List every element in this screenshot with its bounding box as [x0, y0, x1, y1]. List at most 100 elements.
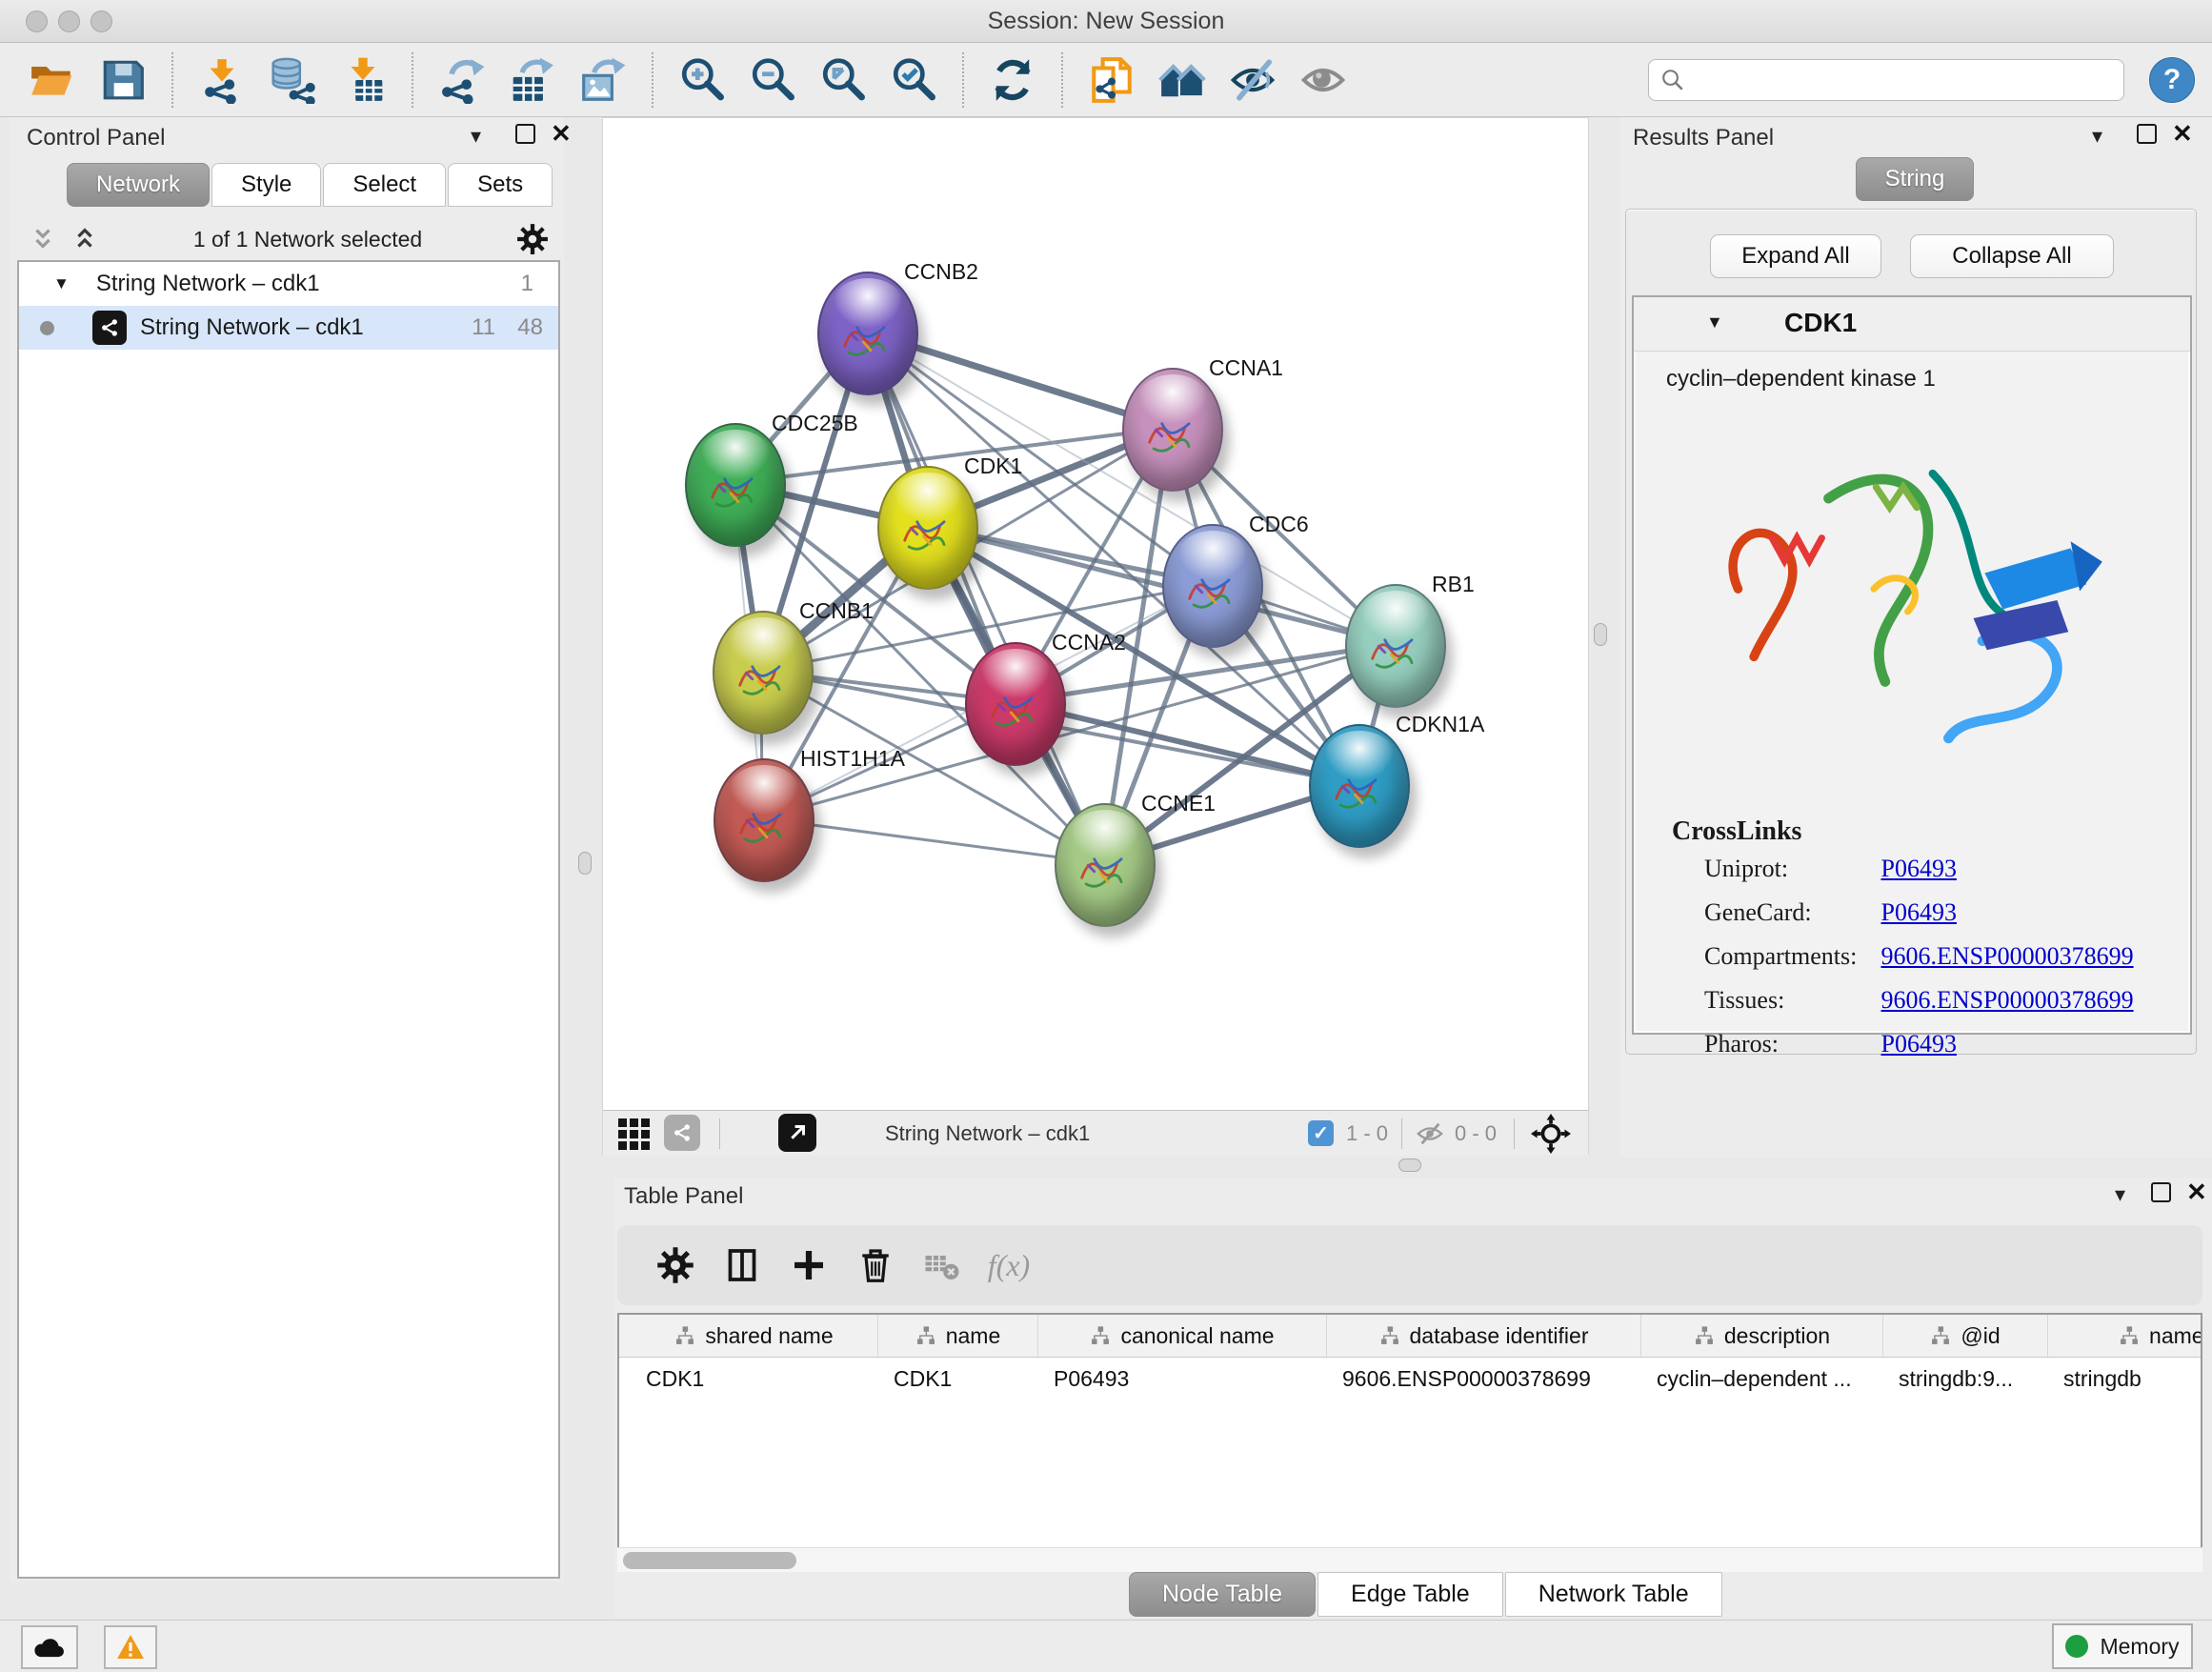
delete-column-button[interactable]	[853, 1242, 898, 1288]
panel-float-icon[interactable]	[515, 124, 535, 144]
collection-expand-icon[interactable]: ▼	[53, 274, 70, 293]
panel-close-icon[interactable]: ✕	[2172, 119, 2193, 149]
network-node-rb1[interactable]	[1345, 584, 1446, 708]
gear-icon[interactable]	[516, 223, 549, 255]
compartments-link[interactable]: 9606.ENSP00000378699	[1881, 942, 2134, 970]
zoom-out-button[interactable]	[746, 53, 799, 107]
gear-icon	[656, 1246, 694, 1284]
protein-thumbnail-icon	[732, 646, 794, 706]
network-node-ccna1[interactable]	[1122, 368, 1223, 492]
results-panel-title: Results Panel	[1633, 125, 1774, 151]
help-button[interactable]: ?	[2149, 57, 2195, 103]
column-header[interactable]: shared name	[631, 1315, 878, 1357]
network-node-cdc25b[interactable]	[685, 423, 786, 547]
zoom-selected-button[interactable]	[887, 53, 940, 107]
collapse-all-button[interactable]: Collapse All	[1910, 234, 2114, 278]
expand-all-chevron-icon[interactable]	[70, 225, 99, 253]
birds-eye-icon[interactable]	[1531, 1114, 1571, 1154]
toolbar-separator	[962, 52, 964, 108]
export-table-button[interactable]	[506, 53, 559, 107]
network-node-cdc6[interactable]	[1162, 524, 1263, 648]
panel-float-icon[interactable]	[2137, 124, 2157, 144]
column-header[interactable]: description	[1641, 1315, 1883, 1357]
bottom-splitter-handle[interactable]	[1398, 1158, 1421, 1172]
import-network-database-button[interactable]	[266, 53, 319, 107]
show-all-networks-button[interactable]	[1156, 53, 1209, 107]
panel-float-icon[interactable]	[2151, 1182, 2171, 1202]
network-collection-row[interactable]: ▼ String Network – cdk1 1	[19, 262, 558, 306]
network-node-cdkn1a[interactable]	[1309, 724, 1410, 848]
toolbar-search-box[interactable]	[1648, 59, 2124, 101]
detach-view-icon[interactable]	[778, 1114, 816, 1152]
panel-close-icon[interactable]: ✕	[551, 119, 572, 149]
column-header[interactable]: canonical name	[1038, 1315, 1327, 1357]
tab-style[interactable]: Style	[211, 163, 321, 207]
warnings-button[interactable]	[104, 1625, 157, 1669]
open-session-button[interactable]	[26, 53, 79, 107]
toolbar-separator	[1061, 52, 1063, 108]
table-settings-button[interactable]	[653, 1242, 698, 1288]
network-edge[interactable]	[866, 332, 1103, 863]
collapse-all-chevron-icon[interactable]	[29, 225, 57, 253]
copy-network-button[interactable]	[1085, 53, 1138, 107]
show-eye-button[interactable]	[1297, 53, 1350, 107]
column-header[interactable]: database identifier	[1327, 1315, 1641, 1357]
create-column-button[interactable]	[786, 1242, 832, 1288]
show-columns-button[interactable]	[719, 1242, 765, 1288]
save-session-button[interactable]	[96, 53, 150, 107]
toolbar-separator	[412, 52, 413, 108]
grid-view-icon[interactable]	[618, 1118, 650, 1150]
node-entry-header[interactable]: ▼ CDK1	[1634, 297, 2190, 352]
network-node-hist1h1a[interactable]	[714, 758, 814, 882]
control-panel-title: Control Panel	[27, 125, 165, 151]
network-node-ccnb1[interactable]	[713, 611, 814, 735]
selected-checkbox[interactable]: ✓	[1308, 1120, 1334, 1146]
memory-button[interactable]: Memory	[2052, 1623, 2193, 1669]
automation-status-button[interactable]	[21, 1625, 78, 1669]
tab-edge-table[interactable]: Edge Table	[1317, 1572, 1503, 1617]
panel-menu-icon[interactable]: ▾	[2092, 126, 2102, 147]
hide-selected-button[interactable]	[1226, 53, 1279, 107]
panel-menu-icon[interactable]: ▾	[2115, 1184, 2125, 1205]
tab-node-table[interactable]: Node Table	[1129, 1572, 1316, 1617]
column-header[interactable]: namespace	[2048, 1315, 2202, 1357]
import-table-file-button[interactable]	[336, 53, 390, 107]
network-node-ccne1[interactable]	[1055, 803, 1156, 927]
pharos-link[interactable]: P06493	[1881, 1030, 1957, 1058]
left-splitter-handle[interactable]	[578, 852, 592, 875]
refresh-button[interactable]	[986, 53, 1039, 107]
network-node-ccna2[interactable]	[965, 642, 1066, 766]
scrollbar-thumb[interactable]	[623, 1552, 796, 1569]
table-horizontal-scrollbar[interactable]	[617, 1547, 2202, 1572]
table-row[interactable]: CDK1 CDK1 P06493 9606.ENSP00000378699 cy…	[619, 1358, 2201, 1400]
network-node-ccnb2[interactable]	[817, 272, 918, 395]
tab-sets[interactable]: Sets	[448, 163, 553, 207]
tab-select[interactable]: Select	[323, 163, 446, 207]
import-network-file-button[interactable]	[195, 53, 249, 107]
right-splitter-handle[interactable]	[1594, 623, 1607, 646]
network-canvas[interactable]: CCNB2 CCNA1 CDC25B CDK1	[603, 118, 1590, 1110]
tab-network-table[interactable]: Network Table	[1505, 1572, 1722, 1617]
panel-close-icon[interactable]: ✕	[2186, 1178, 2207, 1207]
uniprot-link[interactable]: P06493	[1881, 855, 1957, 882]
panel-menu-icon[interactable]: ▾	[471, 126, 481, 147]
export-network-button[interactable]	[435, 53, 489, 107]
function-builder-button[interactable]: f(x)	[986, 1242, 1032, 1288]
export-image-button[interactable]	[576, 53, 630, 107]
tab-string[interactable]: String	[1856, 157, 1975, 201]
column-type-icon	[2119, 1325, 2140, 1346]
search-input[interactable]	[1685, 67, 2108, 93]
network-node-cdk1[interactable]	[877, 466, 978, 590]
network-overview-icon[interactable]	[664, 1115, 700, 1151]
entry-collapse-icon[interactable]: ▼	[1706, 312, 1723, 332]
delete-table-button[interactable]	[919, 1242, 965, 1288]
zoom-fit-button[interactable]	[816, 53, 870, 107]
column-header[interactable]: @id	[1883, 1315, 2048, 1357]
network-row[interactable]: String Network – cdk1 11 48	[19, 306, 558, 350]
column-header[interactable]: name	[878, 1315, 1038, 1357]
tab-network[interactable]: Network	[67, 163, 210, 207]
genecard-link[interactable]: P06493	[1881, 898, 1957, 926]
tissues-link[interactable]: 9606.ENSP00000378699	[1881, 986, 2134, 1014]
expand-all-button[interactable]: Expand All	[1710, 234, 1881, 278]
zoom-in-button[interactable]	[675, 53, 729, 107]
